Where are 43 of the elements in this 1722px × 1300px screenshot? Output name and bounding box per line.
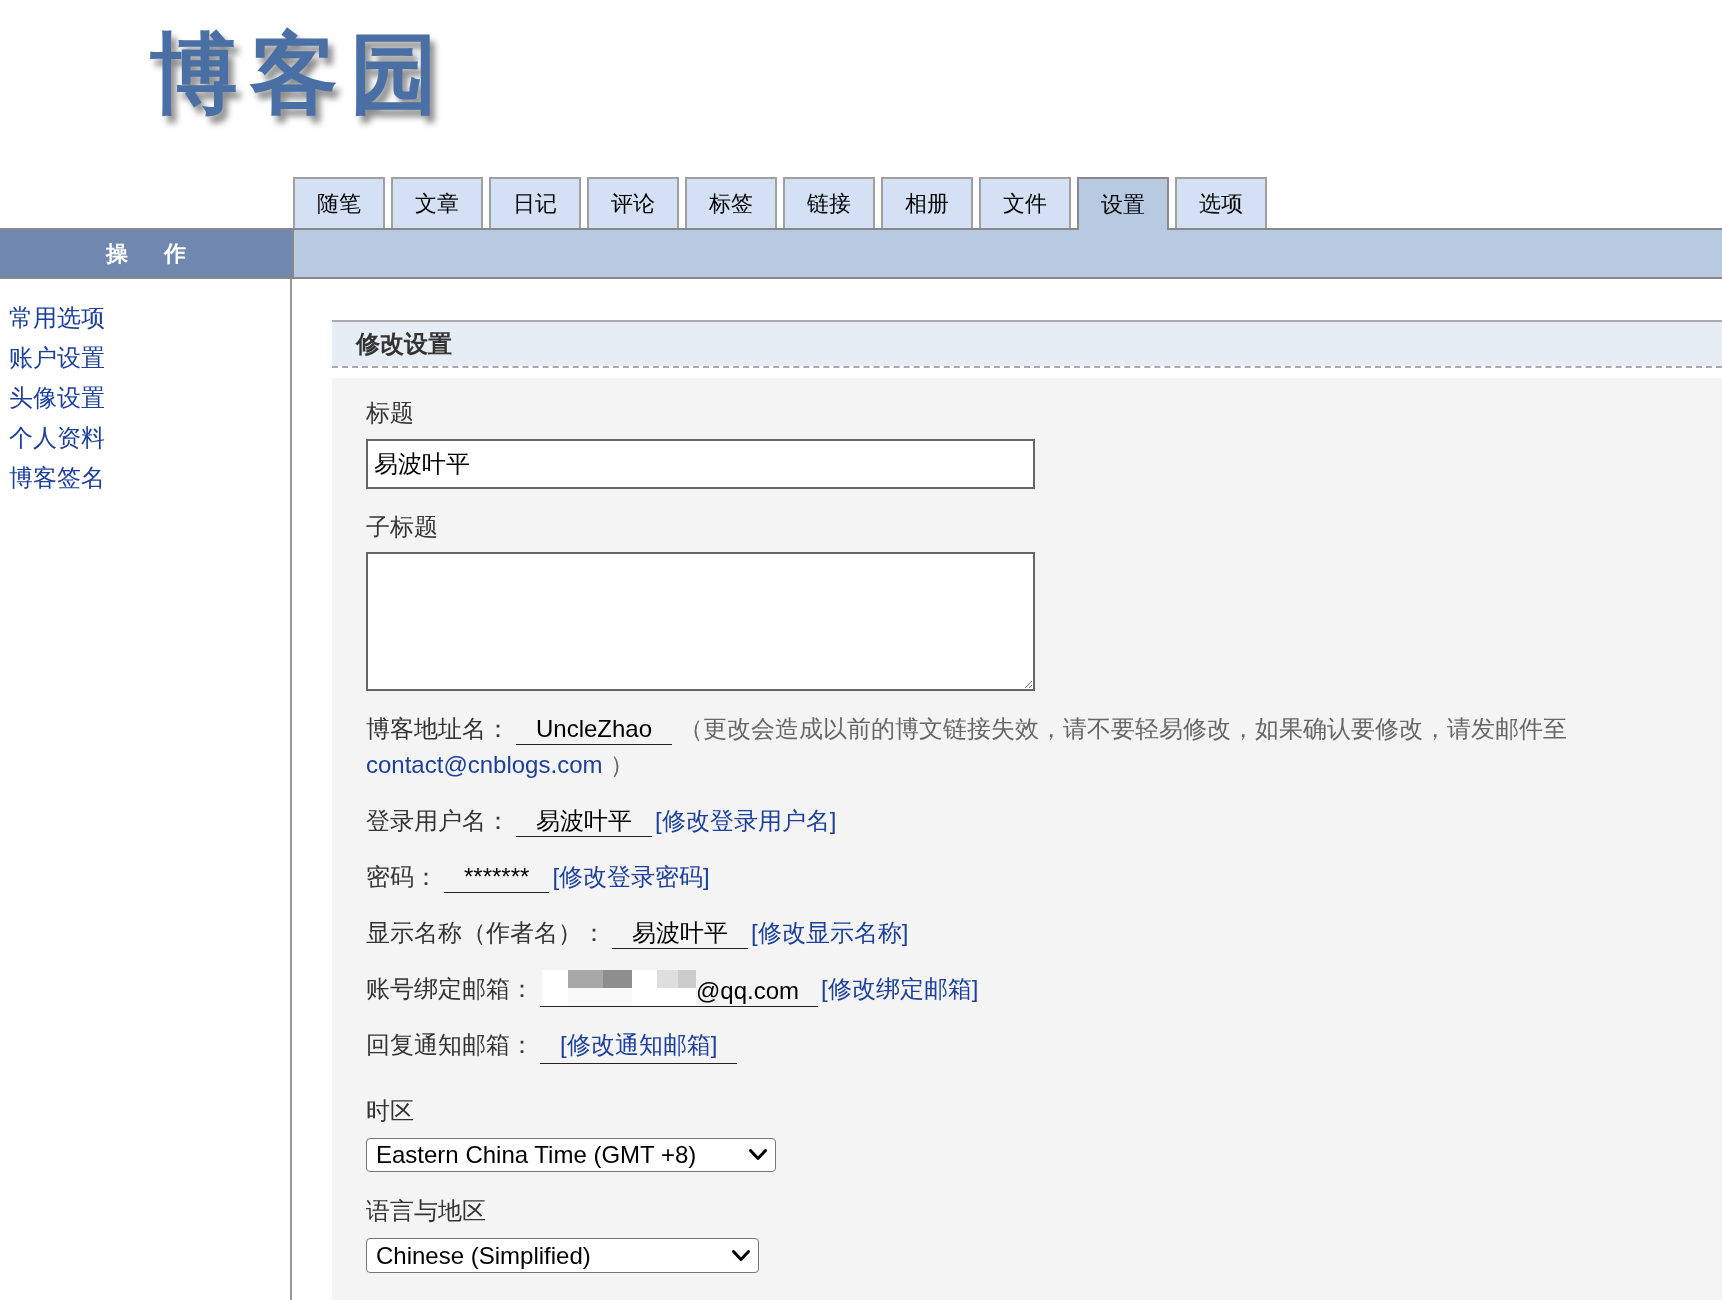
sidebar-title: 操 作 xyxy=(0,230,292,277)
field-value: 易波叶平 xyxy=(516,805,652,837)
field-value: ******* xyxy=(444,861,550,893)
field-label: 时区 xyxy=(366,1096,414,1126)
field-label: 账号绑定邮箱： xyxy=(366,974,534,1004)
field-label: 子标题 xyxy=(366,512,438,542)
field-label: 显示名称（作者名）： xyxy=(366,918,606,948)
sidebar-link[interactable]: 常用选项 xyxy=(9,298,105,338)
tab[interactable]: 文章 xyxy=(391,177,483,228)
chevron-down-icon xyxy=(732,1249,750,1262)
edit-link[interactable]: [修改显示名称] xyxy=(751,918,909,948)
field-label: 回复通知邮箱： xyxy=(366,1030,534,1060)
field-label: 登录用户名： xyxy=(366,806,510,836)
edit-link[interactable]: [修改绑定邮箱] xyxy=(821,974,979,1004)
edit-link[interactable]: [修改通知邮箱] xyxy=(560,1030,718,1058)
tab[interactable]: 标签 xyxy=(685,177,777,228)
field-label: 标题 xyxy=(366,398,414,428)
sidebar-link[interactable]: 个人资料 xyxy=(9,418,105,458)
tab[interactable]: 评论 xyxy=(587,177,679,228)
tab[interactable]: 设置 xyxy=(1077,177,1169,230)
field-value: @qq.com xyxy=(696,976,800,1006)
tab[interactable]: 文件 xyxy=(979,177,1071,228)
tab[interactable]: 链接 xyxy=(783,177,875,228)
subtitle-field[interactable] xyxy=(366,552,1035,691)
title-field[interactable]: 易波叶平 xyxy=(366,439,1035,489)
field-label: 语言与地区 xyxy=(366,1196,486,1226)
tab[interactable]: 选项 xyxy=(1175,177,1267,228)
tab[interactable]: 随笔 xyxy=(293,177,385,228)
tab[interactable]: 日记 xyxy=(489,177,581,228)
email-link[interactable]: contact@cnblogs.com xyxy=(366,751,603,778)
field-label: 密码： xyxy=(366,862,438,892)
timezone-select[interactable]: Eastern China Time (GMT +8) xyxy=(366,1138,776,1172)
edit-link[interactable]: [修改登录用户名] xyxy=(655,806,837,836)
blog-address-text: 博客地址名： UncleZhao （更改会造成以前的博文链接失效，请不要轻易修改，如果确认要修改，请发邮件至 contact@cnblogs.com ） xyxy=(366,713,1569,780)
chevron-down-icon xyxy=(749,1149,767,1161)
section-title: 修改设置 xyxy=(356,329,452,359)
sidebar-link[interactable]: 博客签名 xyxy=(9,458,105,498)
sidebar-link[interactable]: 账户设置 xyxy=(9,338,105,378)
field-value: 易波叶平 xyxy=(612,917,748,949)
edit-link[interactable]: [修改登录密码] xyxy=(552,862,710,892)
sidebar-link[interactable]: 头像设置 xyxy=(9,378,105,418)
language-select[interactable]: Chinese (Simplified) xyxy=(366,1238,759,1273)
tab[interactable]: 相册 xyxy=(881,177,973,228)
